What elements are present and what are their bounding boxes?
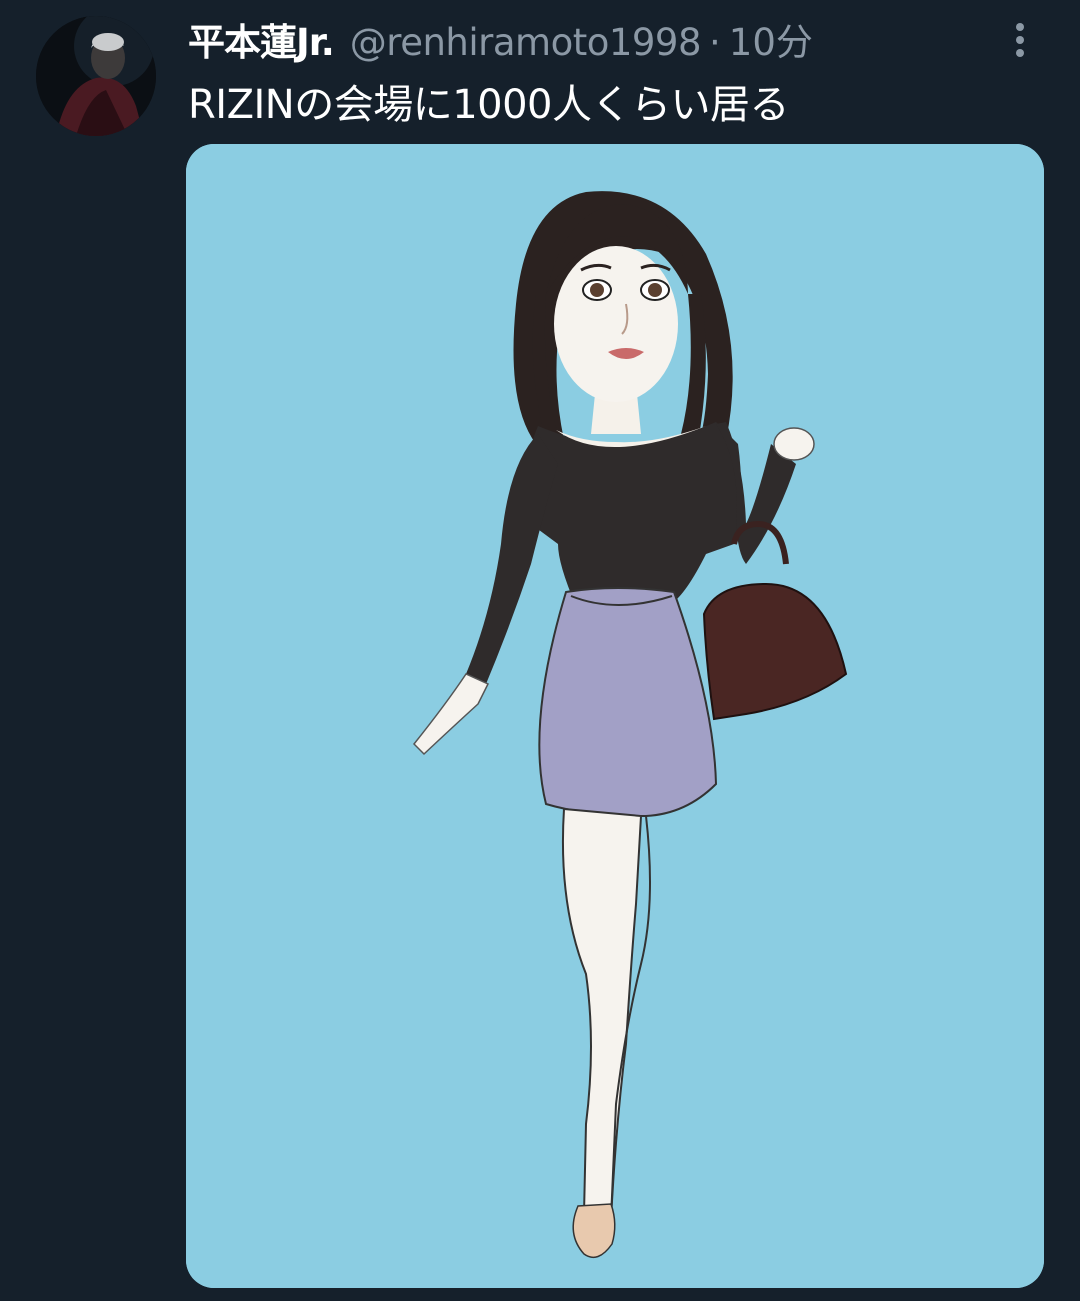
tweet[interactable]: 平本蓮Jr. @renhiramoto1998 · 10分 RIZINの会場に1… — [0, 0, 1080, 1301]
illustration-woman — [186, 144, 1044, 1288]
user-handle[interactable]: @renhiramoto1998 — [350, 21, 702, 64]
tweet-image[interactable] — [186, 144, 1044, 1288]
display-name[interactable]: 平本蓮Jr. — [188, 12, 335, 66]
separator-dot: · — [709, 21, 721, 64]
more-vertical-icon[interactable] — [1000, 18, 1040, 62]
tweet-text: RIZINの会場に1000人くらい居る — [188, 82, 790, 128]
timestamp[interactable]: 10分 — [729, 12, 813, 66]
tweet-header: 平本蓮Jr. @renhiramoto1998 · 10分 — [188, 12, 813, 66]
avatar[interactable] — [36, 16, 156, 136]
